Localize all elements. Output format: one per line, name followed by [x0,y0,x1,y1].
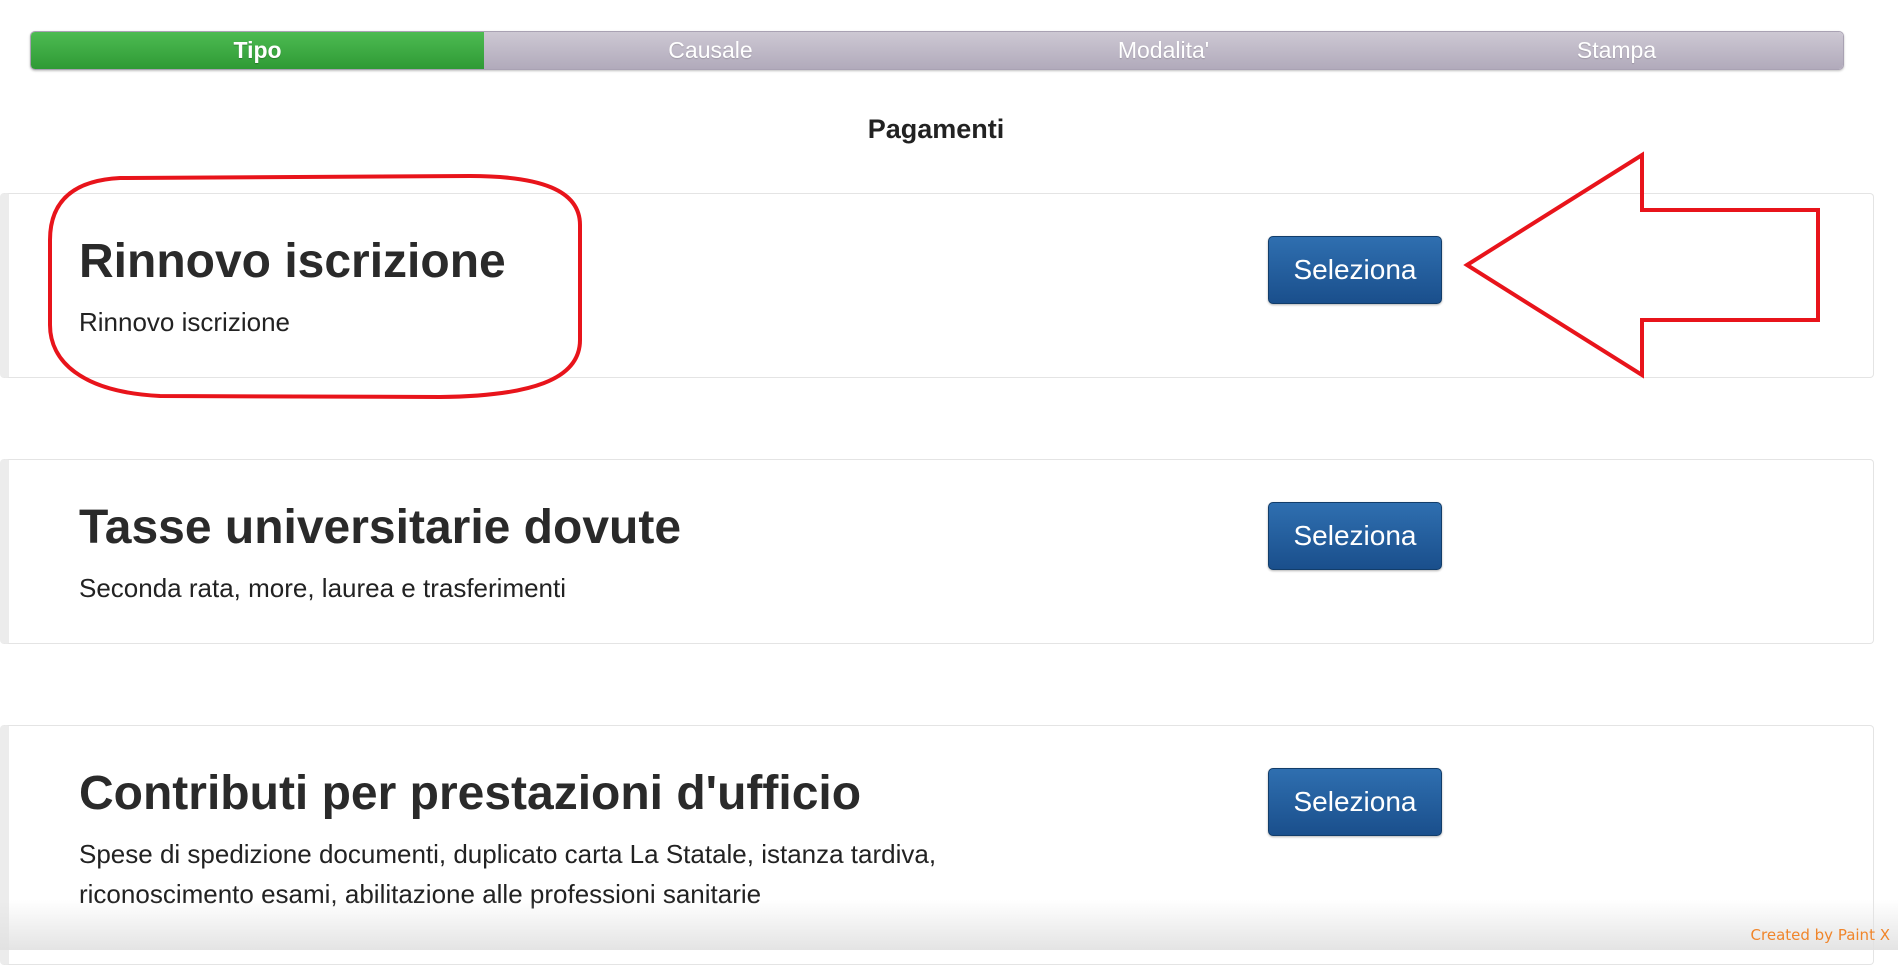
wizard-steps: Tipo Causale Modalita' Stampa [30,31,1844,70]
card-title: Tasse universitarie dovute [79,501,682,554]
select-tasse-universitarie-button[interactable]: Seleziona [1268,502,1442,570]
wizard-step-causale[interactable]: Causale [484,32,937,69]
select-contributi-prestazioni-button[interactable]: Seleziona [1268,768,1442,836]
card-description: Seconda rata, more, laurea e trasferimen… [79,573,567,603]
select-rinnovo-iscrizione-button[interactable]: Seleziona [1268,236,1442,304]
watermark-text: Created by Paint X [1750,926,1890,944]
payment-card-contributi-prestazioni: Contributi per prestazioni d'ufficio Spe… [0,725,1874,965]
card-description: Rinnovo iscrizione [79,307,290,337]
page-title: Pagamenti [867,114,1005,144]
wizard-step-stampa[interactable]: Stampa [1390,32,1843,69]
payment-card-tasse-universitarie: Tasse universitarie dovute Seconda rata,… [0,459,1874,644]
card-title: Contributi per prestazioni d'ufficio [79,767,862,820]
payment-card-rinnovo-iscrizione: Rinnovo iscrizione Rinnovo iscrizione Se… [0,193,1874,378]
card-description: Spese di spedizione documenti, duplicato… [79,839,937,909]
card-title: Rinnovo iscrizione [79,235,506,288]
wizard-step-modalita[interactable]: Modalita' [937,32,1390,69]
wizard-step-tipo[interactable]: Tipo [31,32,484,69]
